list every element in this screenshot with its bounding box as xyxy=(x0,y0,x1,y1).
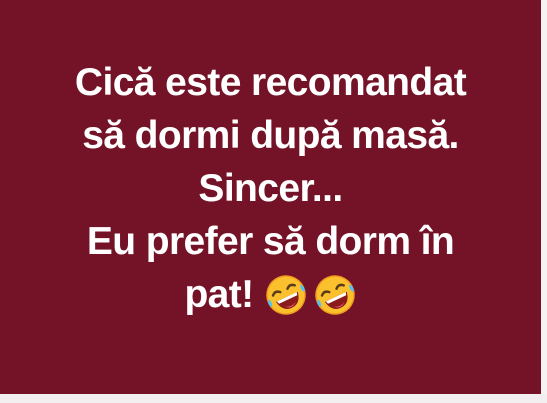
meme-text: Cică este recomandat să dormi după masă.… xyxy=(0,56,541,321)
text-line-2: să dormi după masă. xyxy=(82,114,459,157)
bottom-edge-strip xyxy=(0,394,547,403)
right-edge-strip xyxy=(541,0,547,403)
text-line-4: Eu prefer să dorm în xyxy=(86,220,455,263)
text-line-5-label: pat! xyxy=(184,273,254,316)
rolling-on-floor-laughing-icon xyxy=(314,274,355,315)
text-line-3: Sincer... xyxy=(198,167,343,210)
text-line-1: Cică este recomandat xyxy=(74,61,467,104)
meme-card: Cică este recomandat să dormi după masă.… xyxy=(0,0,541,394)
text-line-5: pat! xyxy=(184,268,356,321)
rolling-on-floor-laughing-icon xyxy=(265,274,306,315)
